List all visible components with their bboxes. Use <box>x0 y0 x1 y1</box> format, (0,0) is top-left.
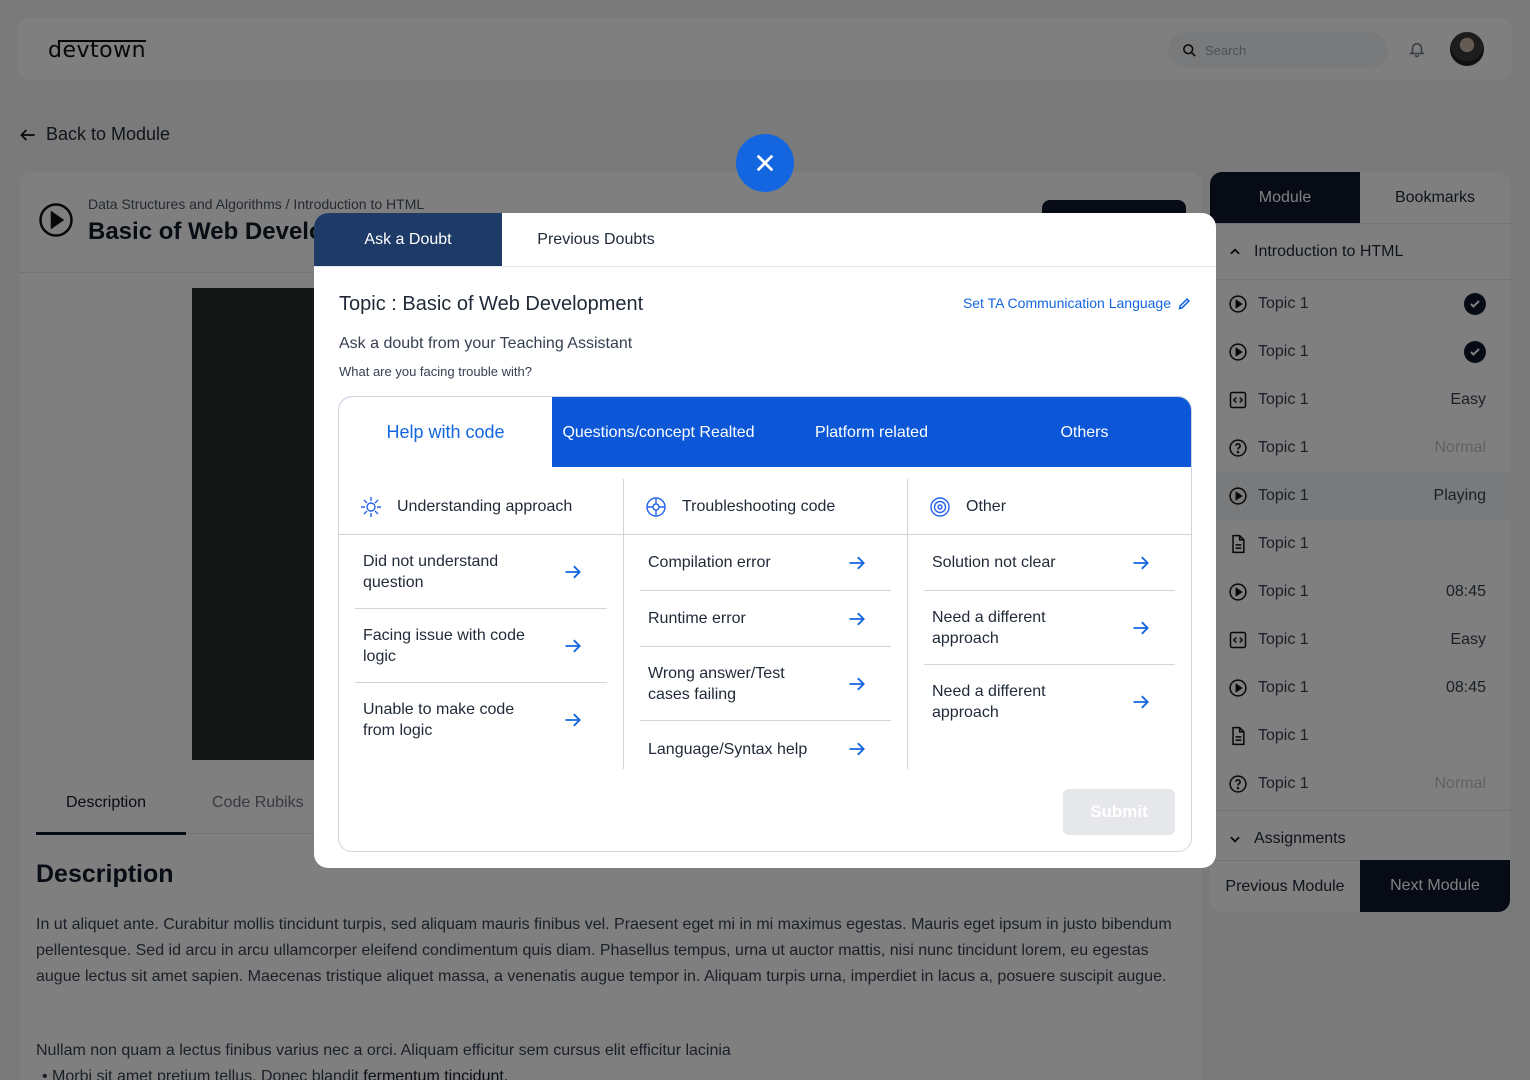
bug-target-icon <box>646 496 666 517</box>
option-label: Did not understand question <box>363 552 499 591</box>
arrow-right-icon <box>1133 556 1149 569</box>
arrow-right-icon <box>1133 621 1149 634</box>
arrow-right-icon <box>849 742 865 756</box>
option-label: Wrong answer/Test cases failing <box>648 664 785 703</box>
other-target-icon <box>930 496 950 517</box>
option-label: Solution not clear <box>932 554 1056 571</box>
column-header: Understanding approach <box>339 479 623 535</box>
option-need-different-approach-2[interactable]: Need a different approach <box>924 665 1175 739</box>
approach-icon <box>361 496 381 517</box>
option-label: Facing issue with code logic <box>363 626 525 665</box>
modal-subtitle: Ask a doubt from your Teaching Assistant <box>339 335 633 352</box>
option-label: Unable to make code from logic <box>363 701 515 739</box>
column-troubleshooting-code: Troubleshooting code Compilation error R… <box>623 479 907 769</box>
tab-previous-doubts[interactable]: Previous Doubts <box>502 213 690 266</box>
column-heading: Troubleshooting code <box>682 497 836 515</box>
close-icon <box>756 154 774 172</box>
category-others[interactable]: Others <box>978 397 1191 467</box>
option-label: Need a different approach <box>932 608 1046 647</box>
close-modal-button[interactable] <box>736 134 794 192</box>
column-heading: Other <box>966 497 1007 515</box>
submit-button[interactable]: Submit <box>1063 789 1175 835</box>
arrow-right-icon <box>565 639 581 652</box>
arrow-right-icon <box>849 556 865 569</box>
category-platform-related[interactable]: Platform related <box>765 397 978 467</box>
option-need-different-approach[interactable]: Need a different approach <box>924 591 1175 665</box>
column-heading: Understanding approach <box>397 497 573 515</box>
category-tabs: Help with code Questions/concept Realted… <box>339 397 1191 467</box>
modal-topic: Topic : Basic of Web Development <box>339 293 644 315</box>
option-wrong-answer[interactable]: Wrong answer/Test cases failing <box>640 647 891 721</box>
tab-ask-a-doubt[interactable]: Ask a Doubt <box>314 213 502 266</box>
column-other: Other Solution not clear Need a differen… <box>907 479 1191 769</box>
option-unable-to-make-code[interactable]: Unable to make code from logic <box>355 683 607 757</box>
option-solution-not-clear[interactable]: Solution not clear <box>924 535 1175 591</box>
category-box: Help with code Questions/concept Realted… <box>338 396 1192 852</box>
arrow-right-icon <box>849 612 865 625</box>
pencil-icon <box>1178 297 1190 310</box>
option-label: Need a different approach <box>932 683 1046 721</box>
option-runtime-error[interactable]: Runtime error <box>640 591 891 647</box>
option-facing-issue-code-logic[interactable]: Facing issue with code logic <box>355 609 607 683</box>
column-header: Troubleshooting code <box>624 479 907 535</box>
arrow-right-icon <box>565 565 581 578</box>
option-label: Compilation error <box>648 554 771 571</box>
option-label: Runtime error <box>648 610 746 627</box>
ask-doubt-modal: Ask a Doubt Previous Doubts Topic : Basi… <box>314 213 1216 868</box>
column-header: Other <box>908 479 1191 535</box>
modal-question: What are you facing trouble with? <box>339 364 532 379</box>
set-language-label: Set TA Communication Language <box>962 295 1171 311</box>
option-compilation-error[interactable]: Compilation error <box>640 535 891 591</box>
category-questions-concept[interactable]: Questions/concept Realted <box>552 397 765 467</box>
set-language-link[interactable]: Set TA Communication Language <box>963 295 1192 311</box>
arrow-right-icon <box>565 713 581 727</box>
option-language-syntax-help[interactable]: Language/Syntax help <box>640 721 891 777</box>
column-understanding-approach: Understanding approach Did not understan… <box>339 479 623 769</box>
arrow-right-icon <box>849 677 865 690</box>
arrow-right-icon <box>1133 695 1149 709</box>
option-did-not-understand-question[interactable]: Did not understand question <box>355 535 607 609</box>
category-help-with-code[interactable]: Help with code <box>339 397 552 467</box>
option-label: Language/Syntax help <box>648 740 808 758</box>
